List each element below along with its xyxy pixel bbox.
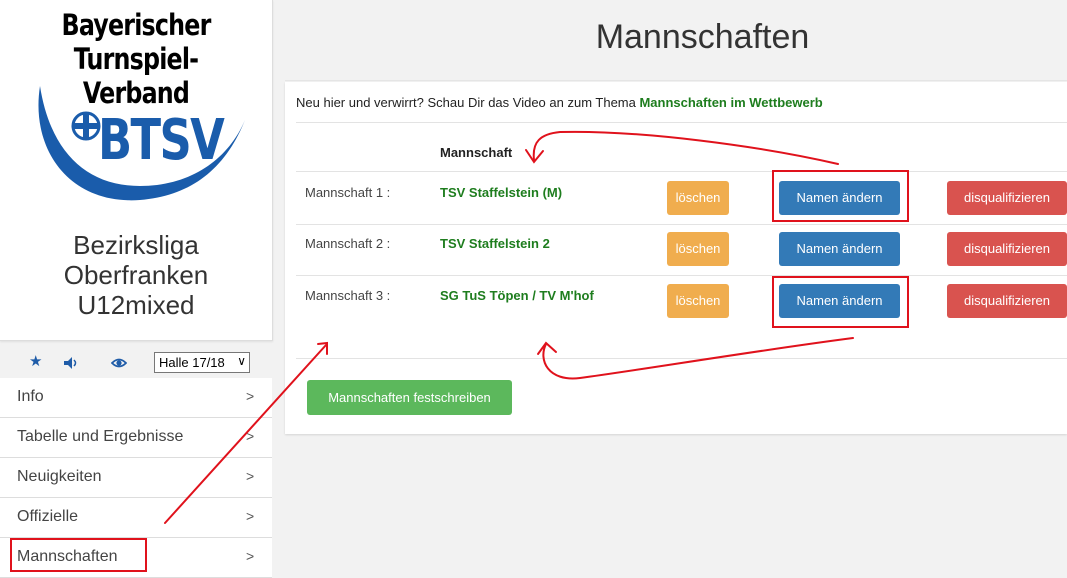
divider bbox=[296, 171, 1067, 172]
annotation-highlight-box bbox=[772, 276, 909, 328]
sidebar-item-tabelle[interactable]: Tabelle und Ergebnisse > bbox=[0, 418, 272, 458]
league-line-2: Oberfranken bbox=[63, 260, 209, 290]
row-label: Mannschaft 2 : bbox=[305, 236, 391, 251]
season-select-value: Halle 17/18 bbox=[159, 355, 225, 370]
delete-button[interactable]: löschen bbox=[667, 181, 729, 215]
sidebar-item-offizielle[interactable]: Offizielle > bbox=[0, 498, 272, 538]
chevron-right-icon: > bbox=[246, 548, 255, 564]
row-label: Mannschaft 1 : bbox=[305, 185, 391, 200]
logo-card: Bayerischer Turnspiel-Verband BTSV Bezir… bbox=[0, 0, 273, 341]
divider bbox=[296, 275, 1067, 276]
logo-emblem-text: BTSV bbox=[98, 108, 225, 173]
team-name: TSV Staffelstein (M) bbox=[440, 185, 563, 200]
chevron-right-icon: > bbox=[246, 388, 255, 404]
row-label: Mannschaft 3 : bbox=[305, 288, 391, 303]
sidebar-item-neuigkeiten[interactable]: Neuigkeiten > bbox=[0, 458, 272, 498]
disqualify-button[interactable]: disqualifizieren bbox=[947, 232, 1067, 266]
sidebar-item-label: Neuigkeiten bbox=[17, 468, 102, 485]
delete-button[interactable]: löschen bbox=[667, 284, 729, 318]
speaker-icon[interactable] bbox=[63, 356, 79, 370]
season-select[interactable]: Halle 17/18 ∨ bbox=[154, 352, 250, 373]
league-line-3: U12mixed bbox=[77, 290, 195, 320]
video-topic-link[interactable]: Mannschaften im Wettbewerb bbox=[639, 95, 822, 110]
commit-teams-button[interactable]: Mannschaften festschreiben bbox=[307, 380, 512, 415]
chevron-right-icon: > bbox=[246, 468, 255, 484]
chevron-right-icon: > bbox=[246, 508, 255, 524]
disqualify-button[interactable]: disqualifizieren bbox=[947, 284, 1067, 318]
divider bbox=[296, 358, 1067, 359]
intro-prefix: Neu hier und verwirrt? Schau Dir das Vid… bbox=[296, 95, 640, 110]
league-line-1: Bezirksliga bbox=[73, 230, 199, 260]
chevron-right-icon: > bbox=[246, 428, 255, 444]
sidebar-item-label: Offizielle bbox=[17, 508, 79, 525]
annotation-highlight-box bbox=[772, 170, 909, 222]
team-name: SG TuS Töpen / TV M'hof bbox=[440, 288, 594, 303]
annotation-highlight-box bbox=[10, 538, 147, 572]
page-title: Mannschaften bbox=[595, 18, 810, 56]
divider bbox=[296, 122, 1067, 123]
sidebar-item-label: Info bbox=[17, 388, 44, 405]
eye-icon[interactable] bbox=[111, 356, 127, 370]
divider bbox=[296, 224, 1067, 225]
sidebar-item-info[interactable]: Info > bbox=[0, 378, 272, 418]
sidebar-item-label: Tabelle und Ergebnisse bbox=[17, 428, 184, 445]
team-name: TSV Staffelstein 2 bbox=[440, 236, 550, 251]
column-header-team: Mannschaft bbox=[440, 145, 513, 160]
sidebar: Bayerischer Turnspiel-Verband BTSV Bezir… bbox=[0, 0, 273, 578]
rename-button[interactable]: Namen ändern bbox=[779, 232, 900, 266]
intro-text: Neu hier und verwirrt? Schau Dir das Vid… bbox=[296, 95, 823, 110]
divider bbox=[285, 80, 1067, 81]
delete-button[interactable]: löschen bbox=[667, 232, 729, 266]
disqualify-button[interactable]: disqualifizieren bbox=[947, 181, 1067, 215]
star-icon[interactable]: ★ bbox=[29, 352, 42, 370]
chevron-down-icon: ∨ bbox=[237, 354, 246, 368]
league-name: Bezirksliga Oberfranken U12mixed bbox=[0, 230, 272, 320]
